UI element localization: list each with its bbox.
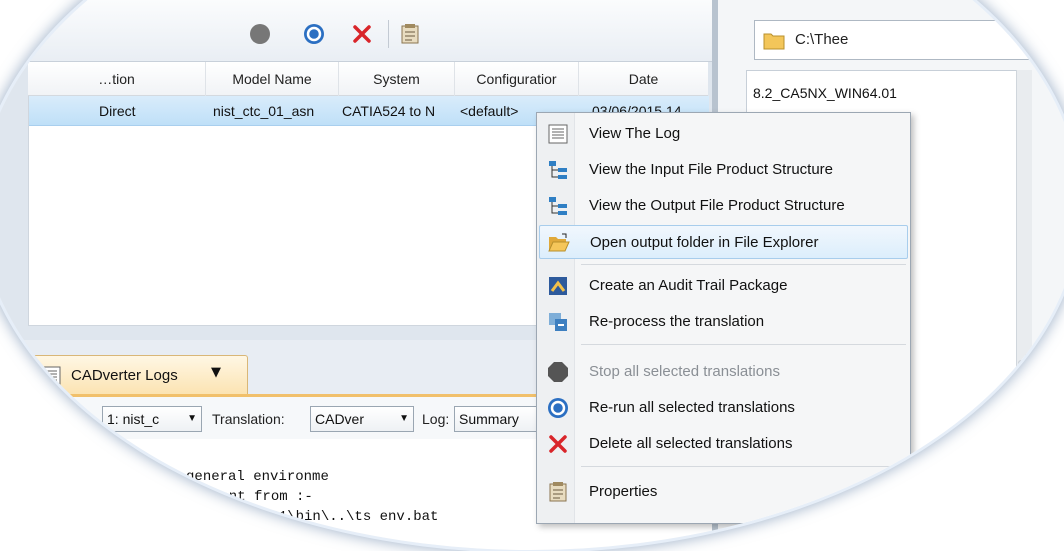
open-folder-icon <box>548 233 570 252</box>
cell-action: Direct <box>99 103 136 119</box>
translation-value: CADver <box>315 411 365 427</box>
menu-item-label: View the Output File Product Structure <box>589 197 845 214</box>
menu-item-label: Create an Audit Trail Package <box>589 277 788 294</box>
log-label: Log: <box>422 411 450 427</box>
column-header-configuration[interactable]: Configuratior <box>455 62 579 96</box>
menu-item-label: Stop all selected translations <box>589 363 780 380</box>
log-line: …IN64_01\bin\..\ts env.bat <box>220 509 439 525</box>
menu-separator <box>581 264 906 265</box>
rerun-icon[interactable] <box>302 22 326 46</box>
log-line: …T defined in general environme <box>60 469 329 485</box>
menu-separator <box>581 344 906 345</box>
grid-header: …tion Model Name System Configuratior Da… <box>28 62 708 96</box>
column-header-date[interactable]: Date <box>579 62 708 96</box>
cell-model-name: nist_ctc_01_asn <box>213 103 315 119</box>
log-value: Summary <box>459 411 519 427</box>
menu-item-label: View The Log <box>589 125 681 142</box>
rerun-icon <box>548 398 568 418</box>
filter-select[interactable]: 1: nist_c ▼ <box>102 406 202 432</box>
log-icon <box>39 366 61 386</box>
audit-package-icon <box>549 277 567 295</box>
path-field[interactable]: C:\Thee <box>754 20 1054 60</box>
context-menu: View The Log View the Input File Product… <box>536 112 911 524</box>
chevron-down-icon: ▼ <box>399 413 409 424</box>
cell-system: CATIA524 to N <box>342 103 436 119</box>
log-line: …ironment from :- <box>170 489 313 505</box>
menu-item-label: Re-run all selected translations <box>589 399 795 416</box>
menu-item-label: Properties <box>589 483 658 500</box>
menu-item-label: Re-process the translation <box>589 313 765 330</box>
menu-item-view-input-structure[interactable]: View the Input File Product Structure <box>539 153 908 187</box>
chevron-down-icon[interactable]: ▼ <box>211 365 221 380</box>
translation-select[interactable]: CADver ▼ <box>310 406 414 432</box>
menu-item-create-audit-package[interactable]: Create an Audit Trail Package <box>539 269 908 303</box>
tab-cadverter-logs[interactable]: CADverter Logs ▼ <box>30 355 248 395</box>
menu-item-properties[interactable]: Properties <box>539 475 908 509</box>
menu-item-label: Open output folder in File Explorer <box>590 234 819 251</box>
toolbar-separator <box>388 20 389 48</box>
tab-label: CADverter Logs <box>71 367 178 384</box>
scrollbar-thumb[interactable] <box>1018 360 1031 420</box>
delete-icon[interactable] <box>350 22 374 46</box>
menu-item-reprocess[interactable]: Re-process the translation <box>539 305 908 339</box>
filter-value: 1: nist_c <box>107 411 160 427</box>
tree-icon <box>549 161 567 179</box>
properties-icon[interactable] <box>398 22 422 46</box>
menu-item-view-output-structure[interactable]: View the Output File Product Structure <box>539 189 908 223</box>
stop-icon[interactable] <box>248 22 272 46</box>
menu-item-view-log[interactable]: View The Log <box>539 117 908 151</box>
magnifier-lens: …tion Model Name System Configuratior Da… <box>0 0 1064 550</box>
menu-item-rerun-all[interactable]: Re-run all selected translations <box>539 391 908 425</box>
column-header-action[interactable]: …tion <box>28 62 206 96</box>
tree-icon <box>549 197 567 215</box>
stop-icon <box>548 362 568 382</box>
log-icon <box>548 124 568 144</box>
menu-item-label: Delete all selected translations <box>589 435 793 452</box>
toolbar <box>0 0 712 62</box>
delete-icon <box>549 435 567 453</box>
menu-separator <box>581 466 906 467</box>
chevron-down-icon: ▼ <box>187 413 197 424</box>
column-header-system[interactable]: System <box>339 62 455 96</box>
menu-item-delete-all[interactable]: Delete all selected translations <box>539 427 908 461</box>
reprocess-icon <box>549 313 567 331</box>
properties-icon <box>549 482 567 502</box>
path-text: C:\Thee <box>795 31 849 48</box>
menu-item-stop-all[interactable]: Stop all selected translations <box>539 355 908 389</box>
translation-label: Translation: <box>212 411 285 427</box>
menu-item-open-output-folder[interactable]: Open output folder in File Explorer <box>539 225 908 259</box>
filter-label: …r: <box>70 411 93 427</box>
list-item[interactable]: 8.2_CA5NX_WIN64.01 <box>753 85 897 101</box>
menu-item-label: View the Input File Product Structure <box>589 161 834 178</box>
scrollbar[interactable] <box>1016 70 1032 550</box>
screenshot-stage: …tion Model Name System Configuratior Da… <box>0 0 1064 551</box>
folder-icon <box>763 33 785 50</box>
column-header-model-name[interactable]: Model Name <box>206 62 339 96</box>
app-viewport: …tion Model Name System Configuratior Da… <box>0 0 1064 550</box>
